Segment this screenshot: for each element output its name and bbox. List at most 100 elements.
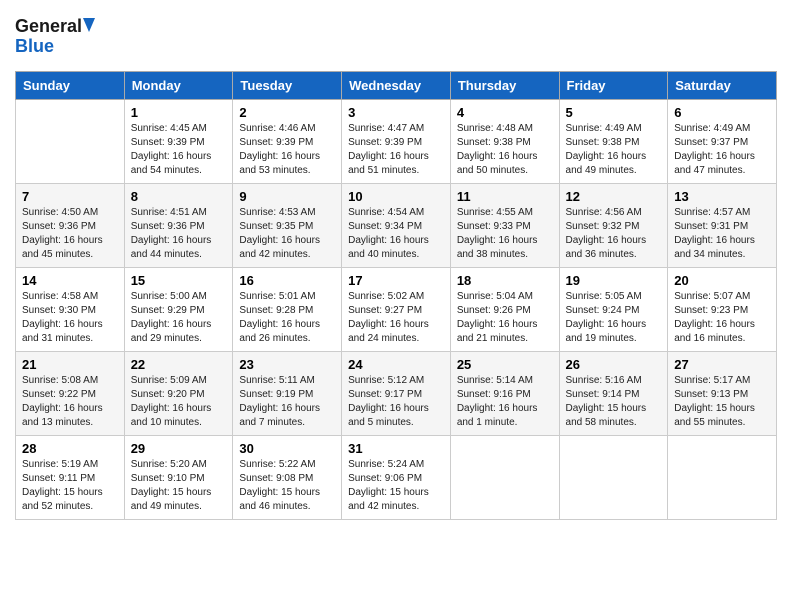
day-info: Sunrise: 5:11 AM Sunset: 9:19 PM Dayligh… [239,374,335,430]
day-info: Sunrise: 5:04 AM Sunset: 9:26 PM Dayligh… [457,290,553,346]
header-friday: Friday [559,72,668,100]
day-number: 5 [566,105,662,120]
header-wednesday: Wednesday [342,72,451,100]
logo: General Blue [15,10,105,65]
day-number: 13 [674,189,770,204]
day-number: 14 [22,273,118,288]
calendar-cell: 19 Sunrise: 5:05 AM Sunset: 9:24 PM Dayli… [559,268,668,352]
day-number: 12 [566,189,662,204]
calendar-cell: 18 Sunrise: 5:04 AM Sunset: 9:26 PM Dayli… [450,268,559,352]
header-tuesday: Tuesday [233,72,342,100]
day-info: Sunrise: 4:51 AM Sunset: 9:36 PM Dayligh… [131,206,227,262]
calendar-cell: 30 Sunrise: 5:22 AM Sunset: 9:08 PM Dayli… [233,436,342,520]
day-number: 17 [348,273,444,288]
calendar-cell: 25Sunrise: 5:14 AM Sunset: 9:16 PM Dayli… [450,352,559,436]
day-number: 6 [674,105,770,120]
calendar-cell: 3Sunrise: 4:47 AM Sunset: 9:39 PM Daylig… [342,100,451,184]
calendar-cell: 10 Sunrise: 4:54 AM Sunset: 9:34 PM Dayli… [342,184,451,268]
day-number: 11 [457,189,553,204]
calendar-cell: 26 Sunrise: 5:16 AM Sunset: 9:14 PM Dayli… [559,352,668,436]
day-info: Sunrise: 5:08 AM Sunset: 9:22 PM Dayligh… [22,374,118,430]
header-sunday: Sunday [16,72,125,100]
day-number: 20 [674,273,770,288]
calendar-week-row: 21Sunrise: 5:08 AM Sunset: 9:22 PM Dayli… [16,352,777,436]
header-thursday: Thursday [450,72,559,100]
day-info: Sunrise: 4:53 AM Sunset: 9:35 PM Dayligh… [239,206,335,262]
calendar-header-row: SundayMondayTuesdayWednesdayThursdayFrid… [16,72,777,100]
calendar-cell: 11 Sunrise: 4:55 AM Sunset: 9:33 PM Dayli… [450,184,559,268]
day-info: Sunrise: 4:57 AM Sunset: 9:31 PM Dayligh… [674,206,770,262]
calendar-cell: 1 Sunrise: 4:45 AM Sunset: 9:39 PM Daylig… [124,100,233,184]
calendar-cell: 20 Sunrise: 5:07 AM Sunset: 9:23 PM Dayli… [668,268,777,352]
day-info: Sunrise: 5:22 AM Sunset: 9:08 PM Dayligh… [239,458,335,514]
svg-text:Blue: Blue [15,36,54,56]
calendar-week-row: 1 Sunrise: 4:45 AM Sunset: 9:39 PM Daylig… [16,100,777,184]
calendar-cell: 28Sunrise: 5:19 AM Sunset: 9:11 PM Dayli… [16,436,125,520]
calendar-cell: 27 Sunrise: 5:17 AM Sunset: 9:13 PM Dayli… [668,352,777,436]
header-monday: Monday [124,72,233,100]
calendar-cell [668,436,777,520]
calendar-cell: 12Sunrise: 4:56 AM Sunset: 9:32 PM Dayli… [559,184,668,268]
calendar-cell: 9 Sunrise: 4:53 AM Sunset: 9:35 PM Daylig… [233,184,342,268]
calendar-cell: 15Sunrise: 5:00 AM Sunset: 9:29 PM Dayli… [124,268,233,352]
day-info: Sunrise: 4:55 AM Sunset: 9:33 PM Dayligh… [457,206,553,262]
day-number: 30 [239,441,335,456]
day-info: Sunrise: 4:54 AM Sunset: 9:34 PM Dayligh… [348,206,444,262]
calendar-cell: 23 Sunrise: 5:11 AM Sunset: 9:19 PM Dayli… [233,352,342,436]
calendar-week-row: 28Sunrise: 5:19 AM Sunset: 9:11 PM Dayli… [16,436,777,520]
day-number: 18 [457,273,553,288]
day-info: Sunrise: 4:58 AM Sunset: 9:30 PM Dayligh… [22,290,118,346]
day-number: 25 [457,357,553,372]
day-number: 9 [239,189,335,204]
day-number: 4 [457,105,553,120]
calendar-cell [559,436,668,520]
calendar-cell: 6Sunrise: 4:49 AM Sunset: 9:37 PM Daylig… [668,100,777,184]
calendar-cell: 24Sunrise: 5:12 AM Sunset: 9:17 PM Dayli… [342,352,451,436]
calendar-cell [16,100,125,184]
calendar-cell: 16 Sunrise: 5:01 AM Sunset: 9:28 PM Dayli… [233,268,342,352]
calendar-week-row: 7Sunrise: 4:50 AM Sunset: 9:36 PM Daylig… [16,184,777,268]
day-number: 23 [239,357,335,372]
calendar-cell: 31 Sunrise: 5:24 AM Sunset: 9:06 PM Dayli… [342,436,451,520]
calendar-cell: 17 Sunrise: 5:02 AM Sunset: 9:27 PM Dayli… [342,268,451,352]
calendar-cell: 5 Sunrise: 4:49 AM Sunset: 9:38 PM Daylig… [559,100,668,184]
day-info: Sunrise: 5:16 AM Sunset: 9:14 PM Dayligh… [566,374,662,430]
day-info: Sunrise: 5:00 AM Sunset: 9:29 PM Dayligh… [131,290,227,346]
day-info: Sunrise: 5:20 AM Sunset: 9:10 PM Dayligh… [131,458,227,514]
day-info: Sunrise: 5:02 AM Sunset: 9:27 PM Dayligh… [348,290,444,346]
day-info: Sunrise: 5:19 AM Sunset: 9:11 PM Dayligh… [22,458,118,514]
calendar-cell: 22 Sunrise: 5:09 AM Sunset: 9:20 PM Dayli… [124,352,233,436]
day-number: 1 [131,105,227,120]
day-info: Sunrise: 5:24 AM Sunset: 9:06 PM Dayligh… [348,458,444,514]
day-info: Sunrise: 5:09 AM Sunset: 9:20 PM Dayligh… [131,374,227,430]
day-number: 8 [131,189,227,204]
day-number: 16 [239,273,335,288]
calendar-cell: 2Sunrise: 4:46 AM Sunset: 9:39 PM Daylig… [233,100,342,184]
day-info: Sunrise: 5:07 AM Sunset: 9:23 PM Dayligh… [674,290,770,346]
day-number: 7 [22,189,118,204]
day-info: Sunrise: 5:12 AM Sunset: 9:17 PM Dayligh… [348,374,444,430]
day-info: Sunrise: 5:17 AM Sunset: 9:13 PM Dayligh… [674,374,770,430]
day-info: Sunrise: 4:49 AM Sunset: 9:38 PM Dayligh… [566,122,662,178]
calendar-cell [450,436,559,520]
calendar-cell: 7Sunrise: 4:50 AM Sunset: 9:36 PM Daylig… [16,184,125,268]
day-number: 2 [239,105,335,120]
day-info: Sunrise: 4:48 AM Sunset: 9:38 PM Dayligh… [457,122,553,178]
day-number: 22 [131,357,227,372]
page-header: General Blue [15,10,777,65]
day-number: 26 [566,357,662,372]
day-number: 19 [566,273,662,288]
day-info: Sunrise: 4:47 AM Sunset: 9:39 PM Dayligh… [348,122,444,178]
day-number: 10 [348,189,444,204]
calendar-table: SundayMondayTuesdayWednesdayThursdayFrid… [15,71,777,520]
day-info: Sunrise: 5:01 AM Sunset: 9:28 PM Dayligh… [239,290,335,346]
calendar-cell: 29Sunrise: 5:20 AM Sunset: 9:10 PM Dayli… [124,436,233,520]
svg-text:General: General [15,16,82,36]
day-info: Sunrise: 4:45 AM Sunset: 9:39 PM Dayligh… [131,122,227,178]
day-number: 27 [674,357,770,372]
day-number: 31 [348,441,444,456]
calendar-cell: 21Sunrise: 5:08 AM Sunset: 9:22 PM Dayli… [16,352,125,436]
calendar-cell: 4 Sunrise: 4:48 AM Sunset: 9:38 PM Daylig… [450,100,559,184]
calendar-cell: 8 Sunrise: 4:51 AM Sunset: 9:36 PM Daylig… [124,184,233,268]
day-info: Sunrise: 5:05 AM Sunset: 9:24 PM Dayligh… [566,290,662,346]
